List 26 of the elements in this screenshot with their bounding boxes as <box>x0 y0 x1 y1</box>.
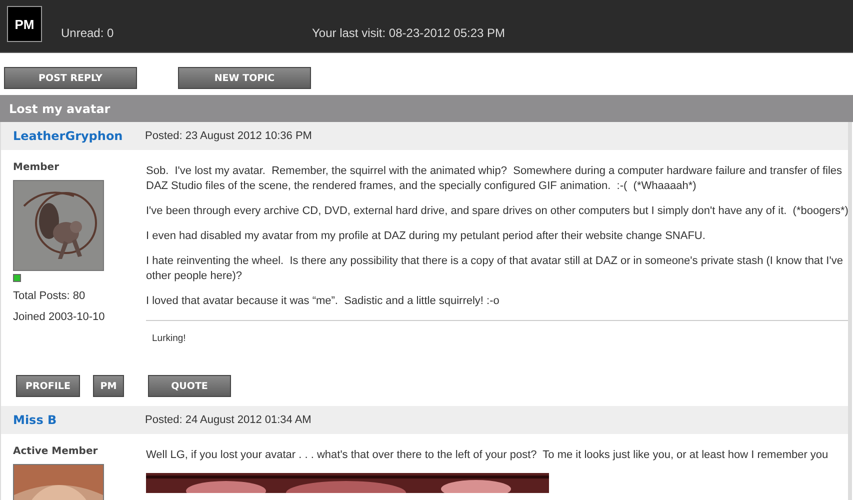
post-button[interactable]: PROFILE <box>16 375 80 397</box>
last-visit: Your last visit: 08-23-2012 05:23 PM <box>312 26 506 40</box>
post-text: I even had disabled my avatar from my profile at DAZ during my petulant period after their website change SNAFU. <box>146 229 706 244</box>
post-text: other people here)? <box>146 269 244 284</box>
member-rank: Active Member <box>13 446 99 457</box>
post-button[interactable]: QUOTE <box>148 375 231 397</box>
author-link[interactable]: Miss B <box>1 413 145 427</box>
post-text: Well LG, if you lost your avatar . . . what's that over there to the left of your post? To me it looks just like you, or at least how I remember you <box>146 448 830 463</box>
signature-text: Lurking! <box>152 333 186 344</box>
topic-title: Lost my avatar <box>9 102 110 116</box>
post-date: Posted: 24 August 2012 01:34 AM <box>145 414 312 426</box>
total-posts: Total Posts: 80 <box>13 290 86 302</box>
post-button[interactable]: PM <box>93 375 124 397</box>
author-link[interactable]: LeatherGryphon <box>1 129 145 143</box>
action-button[interactable]: POST REPLY <box>4 67 137 89</box>
join-date: Joined 2003-10-10 <box>13 311 106 323</box>
post-text: I've been through every archive CD, DVD, external hard drive, and spare drives on other computers but I simply don't have any of it. (*boogers*) <box>146 204 848 219</box>
action-button[interactable]: NEW TOPIC <box>178 67 311 89</box>
member-rank: Member <box>13 162 60 173</box>
post-text: I loved that avatar because it was “me”. Sadistic and a little squirrely! :-o <box>146 294 500 309</box>
post-text: DAZ Studio files of the scene, the rendered frames, and the specially configured GIF animation. :-( (*Whaaaah*) <box>146 179 698 194</box>
post-text: I hate reinventing the wheel. Is there any possibility that there is a copy of that avatar still at DAZ or in someone's private stash (I know that I've <box>146 254 844 269</box>
post-date: Posted: 23 August 2012 10:36 PM <box>145 130 312 142</box>
unread-count: Unread: 0 <box>61 26 115 40</box>
pm-logo[interactable]: PM <box>7 6 42 42</box>
post-text: Sob. I've lost my avatar. Remember, the squirrel with the animated whip? Somewhere during a computer hardware failure and transfer of files <box>146 164 844 179</box>
